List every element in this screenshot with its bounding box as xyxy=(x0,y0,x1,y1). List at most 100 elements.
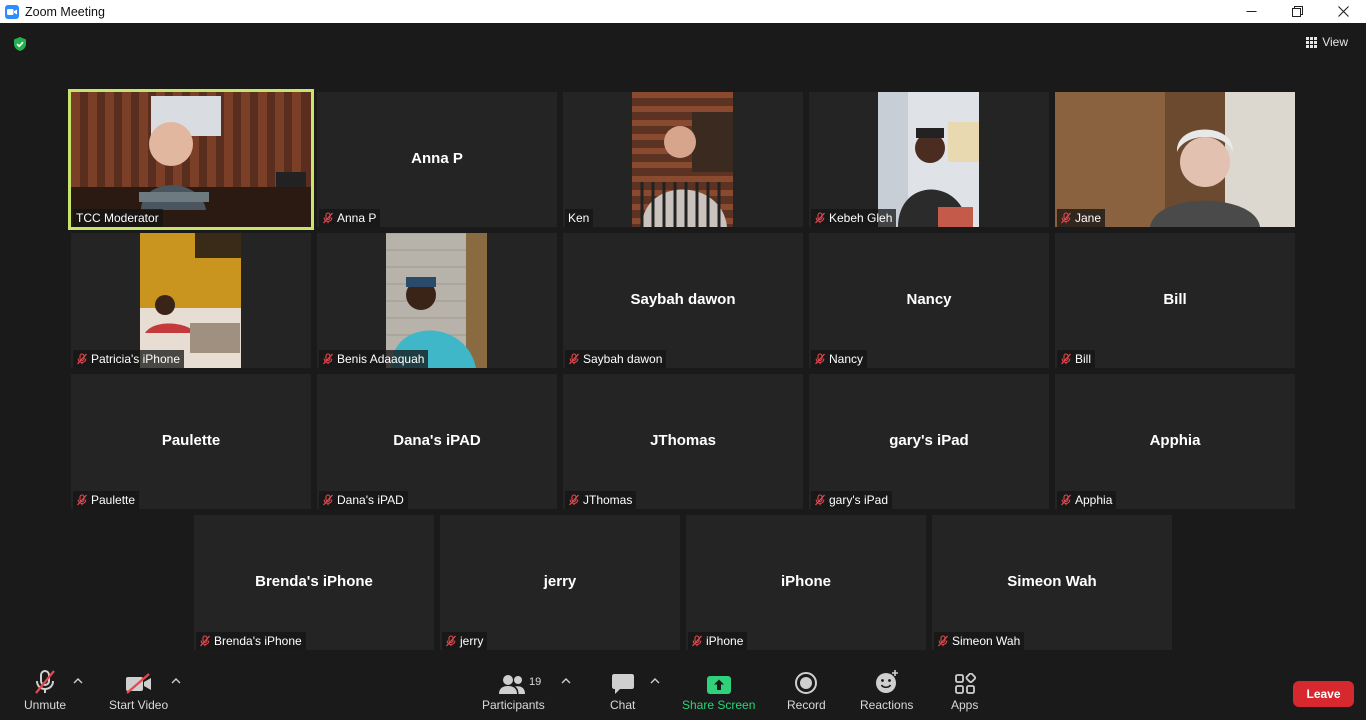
participant-display-name: JThomas xyxy=(650,432,716,449)
video-tile-dana[interactable]: Dana's iPAD Dana's iPAD xyxy=(317,374,557,509)
zoom-app-icon xyxy=(5,4,19,19)
participant-name-tag: Simeon Wah xyxy=(934,632,1025,650)
microphone-muted-icon xyxy=(77,494,87,506)
leave-button[interactable]: Leave xyxy=(1293,681,1354,707)
minimize-button[interactable] xyxy=(1228,0,1274,23)
microphone-muted-icon xyxy=(77,353,87,365)
video-tile-kebeh[interactable]: Kebeh Gleh xyxy=(809,92,1049,227)
grid-icon xyxy=(1306,36,1318,48)
participants-options-caret-icon[interactable] xyxy=(561,677,571,685)
participant-name-label: Ken xyxy=(568,211,590,225)
start-video-button[interactable]: Start Video xyxy=(109,667,168,712)
participant-display-name: Apphia xyxy=(1149,432,1201,449)
reactions-smiley-icon xyxy=(875,670,898,693)
participant-name-label: JThomas xyxy=(583,493,633,507)
participant-name-tag: JThomas xyxy=(565,491,637,509)
microphone-muted-icon xyxy=(200,635,210,647)
participant-name-label: Dana's iPAD xyxy=(337,493,404,507)
video-tile-jane[interactable]: Jane xyxy=(1055,92,1295,227)
unmute-button[interactable]: Unmute xyxy=(24,667,66,712)
video-tile-anna[interactable]: Anna P Anna P xyxy=(317,92,557,227)
participant-name-tag: Kebeh Gleh xyxy=(811,209,897,227)
participant-display-name: Saybah dawon xyxy=(630,291,736,308)
restore-button[interactable] xyxy=(1274,0,1320,23)
video-tile-gary[interactable]: gary's iPad gary's iPad xyxy=(809,374,1049,509)
video-tile-benis[interactable]: Benis Adaaquah xyxy=(317,233,557,368)
video-tile-iphone[interactable]: iPhone iPhone xyxy=(686,515,926,650)
participant-name-tag: iPhone xyxy=(688,632,748,650)
audio-options-caret-icon[interactable] xyxy=(73,677,83,685)
chat-button[interactable]: Chat xyxy=(610,667,635,712)
apps-button[interactable]: Apps xyxy=(951,667,978,712)
microphone-muted-icon xyxy=(569,353,579,365)
video-tile-jerry[interactable]: jerry jerry xyxy=(440,515,680,650)
share-screen-label: Share Screen xyxy=(682,698,756,712)
reactions-button[interactable]: Reactions xyxy=(860,667,913,712)
video-tile-jthomas[interactable]: JThomas JThomas xyxy=(563,374,803,509)
start-video-label: Start Video xyxy=(109,698,169,712)
microphone-muted-icon xyxy=(1061,353,1071,365)
microphone-muted-icon xyxy=(446,635,456,647)
meeting-controls: Unmute Start Video Participants 19 Chat … xyxy=(0,657,1366,720)
video-tile-nancy[interactable]: Nancy Nancy xyxy=(809,233,1049,368)
participants-count: 19 xyxy=(529,676,542,688)
participant-video xyxy=(140,233,241,368)
participant-video xyxy=(71,92,311,227)
participant-name-label: gary's iPad xyxy=(829,493,888,507)
microphone-muted-icon xyxy=(692,635,702,647)
video-tile-tcc[interactable]: TCC Moderator xyxy=(68,89,314,230)
view-button[interactable]: View xyxy=(1306,35,1348,49)
video-tile-saybah[interactable]: Saybah dawon Saybah dawon xyxy=(563,233,803,368)
participant-video xyxy=(878,92,979,227)
participant-name-label: Apphia xyxy=(1075,493,1113,507)
participant-name-label: jerry xyxy=(460,634,484,648)
participant-name-label: iPhone xyxy=(706,634,744,648)
participant-name-label: Kebeh Gleh xyxy=(829,211,893,225)
video-tile-patricia[interactable]: Patricia's iPhone xyxy=(71,233,311,368)
minimize-icon xyxy=(1246,11,1256,12)
participant-name-label: Anna P xyxy=(337,211,377,225)
participant-display-name: Anna P xyxy=(411,150,463,167)
chat-options-caret-icon[interactable] xyxy=(650,677,660,685)
record-icon xyxy=(795,672,818,694)
participant-name-label: Jane xyxy=(1075,211,1102,225)
video-tile-apphia[interactable]: Apphia Apphia xyxy=(1055,374,1295,509)
shield-check-icon[interactable] xyxy=(12,36,28,52)
participant-name-tag: Nancy xyxy=(811,350,868,368)
participant-display-name: Nancy xyxy=(906,291,952,308)
participant-name-tag: Patricia's iPhone xyxy=(73,350,185,368)
microphone-muted-icon xyxy=(323,212,333,224)
participant-name-tag: Ken xyxy=(565,209,594,227)
video-tile-bill[interactable]: Bill Bill xyxy=(1055,233,1295,368)
participant-display-name: gary's iPad xyxy=(889,432,969,449)
participant-name-label: Benis Adaaquah xyxy=(337,352,425,366)
microphone-muted-icon xyxy=(938,635,948,647)
participant-name-tag: Bill xyxy=(1057,350,1096,368)
participant-name-label: Saybah dawon xyxy=(583,352,663,366)
participant-name-label: TCC Moderator xyxy=(76,211,159,225)
participant-display-name: Paulette xyxy=(161,432,221,449)
video-tile-simeon[interactable]: Simeon Wah Simeon Wah xyxy=(932,515,1172,650)
record-button[interactable]: Record xyxy=(787,667,826,712)
participant-name-tag: Brenda's iPhone xyxy=(196,632,306,650)
window-titlebar: Zoom Meeting xyxy=(0,0,1366,23)
video-options-caret-icon[interactable] xyxy=(171,677,181,685)
unmute-label: Unmute xyxy=(24,698,67,712)
share-screen-button[interactable]: Share Screen xyxy=(682,667,755,712)
video-camera-off-icon xyxy=(125,673,151,694)
close-button[interactable] xyxy=(1320,0,1366,23)
microphone-muted-icon xyxy=(35,670,55,694)
participants-button[interactable]: Participants xyxy=(482,667,545,712)
participant-name-tag: jerry xyxy=(442,632,488,650)
participant-name-tag: Paulette xyxy=(73,491,140,509)
video-tile-ken[interactable]: Ken xyxy=(563,92,803,227)
participant-video xyxy=(1055,92,1295,227)
restore-icon xyxy=(1291,6,1303,17)
record-label: Record xyxy=(787,698,826,712)
participant-display-name: Simeon Wah xyxy=(1007,573,1097,590)
video-tile-brenda[interactable]: Brenda's iPhone Brenda's iPhone xyxy=(194,515,434,650)
video-tile-paulette[interactable]: Paulette Paulette xyxy=(71,374,311,509)
microphone-muted-icon xyxy=(1061,212,1071,224)
participants-label: Participants xyxy=(482,698,545,712)
window-title: Zoom Meeting xyxy=(25,4,105,19)
